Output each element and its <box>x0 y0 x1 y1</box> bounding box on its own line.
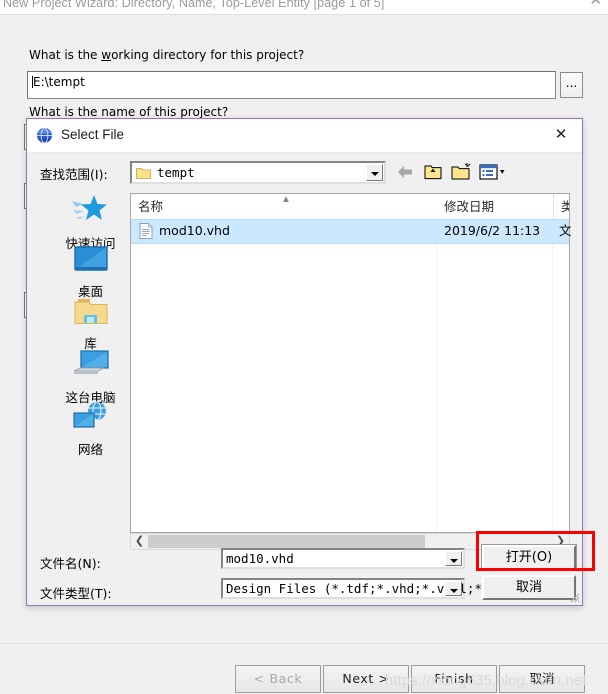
back-button[interactable]: < Back <box>235 665 321 693</box>
place-desktop[interactable]: 桌面 <box>40 245 141 300</box>
select-file-cancel-button[interactable]: 取消 <box>482 575 576 600</box>
column-header-modified[interactable]: 修改日期 <box>437 194 553 219</box>
cell-file-name: mod10.vhd <box>159 223 230 238</box>
look-in-combobox[interactable]: tempt <box>130 161 386 184</box>
wizard-title: New Project Wizard: Directory, Name, Top… <box>3 0 385 10</box>
file-type-label: 文件类型(T): <box>40 586 112 601</box>
this-pc-icon <box>73 350 109 374</box>
scrollbar-thumb[interactable] <box>148 535 425 548</box>
file-name-combobox[interactable]: mod10.vhd <box>221 548 465 569</box>
wizard-titlebar: New Project Wizard: Directory, Name, Top… <box>0 0 608 14</box>
table-row[interactable]: mod10.vhd 2019/6/2 11:13 文 <box>131 219 571 244</box>
file-type-value: Design Files (*.tdf;*.vhd;*.vhdl;*.v; <box>226 581 505 596</box>
cell-modified-date: 2019/6/2 11:13 <box>444 223 541 238</box>
file-name-label: 文件名(N): <box>40 556 101 571</box>
file-list-header: 名称 ▲ 修改日期 类 <box>131 194 569 220</box>
views-icon[interactable] <box>479 162 507 182</box>
question-accel: w <box>101 48 112 62</box>
place-network[interactable]: 网络 <box>40 401 141 458</box>
question-part-1: What is the <box>29 48 102 62</box>
file-type-combobox[interactable]: Design Files (*.tdf;*.vhd;*.vhdl;*.v; <box>221 578 504 599</box>
column-divider <box>436 219 437 532</box>
place-this-pc[interactable]: 这台电脑 <box>40 349 141 406</box>
desktop-monitor-icon <box>73 246 108 271</box>
library-folder-icon <box>74 299 107 324</box>
back-arrow-icon[interactable] <box>395 162 415 182</box>
working-directory-input[interactable]: E:\tempt <box>27 71 556 99</box>
chevron-down-icon[interactable] <box>445 551 462 566</box>
close-icon[interactable]: ✕ <box>589 0 602 8</box>
look-in-value: tempt <box>157 165 195 180</box>
folder-icon <box>136 168 151 179</box>
place-quick-access[interactable]: 快速访问 <box>40 193 141 252</box>
file-name-value: mod10.vhd <box>226 551 294 566</box>
look-in-label: 查找范围(I): <box>40 167 108 182</box>
project-name-question: What is the name of this project? <box>29 105 229 119</box>
column-header-type[interactable]: 类 <box>553 194 569 219</box>
question-part-2: orking directory for this project? <box>111 48 305 62</box>
cell-file-type: 文 <box>559 223 571 238</box>
up-folder-icon[interactable] <box>423 162 443 182</box>
select-file-title: Select File <box>61 127 125 142</box>
next-button[interactable]: Next > <box>323 665 409 693</box>
chevron-down-icon[interactable] <box>366 164 383 181</box>
column-divider <box>552 219 553 532</box>
document-icon <box>139 223 153 239</box>
wizard-cancel-button[interactable]: 取消 <box>499 665 585 693</box>
resize-grip[interactable] <box>567 590 580 603</box>
select-file-titlebar: Select File ✕ <box>27 119 582 153</box>
finish-button[interactable]: Finish <box>411 665 497 693</box>
screen: New Project Wizard: Directory, Name, Top… <box>0 0 608 694</box>
sort-ascending-icon: ▲ <box>281 194 291 205</box>
highlight-box <box>476 531 595 571</box>
network-icon <box>72 401 106 428</box>
new-folder-icon[interactable] <box>451 162 473 182</box>
wizard-button-separator <box>0 643 608 644</box>
browse-working-directory-button[interactable]: ... <box>560 72 583 98</box>
working-directory-question: What is the working directory for this p… <box>29 48 304 62</box>
close-icon[interactable]: ✕ <box>540 119 582 151</box>
globe-icon <box>37 127 52 144</box>
working-directory-value: E:\tempt <box>33 75 85 89</box>
place-library[interactable]: 库 <box>40 297 141 352</box>
place-label: 网络 <box>77 442 103 457</box>
quick-access-star-icon <box>71 195 107 220</box>
chevron-left-icon[interactable]: ❮ <box>131 534 148 549</box>
file-list[interactable]: 名称 ▲ 修改日期 类 mod10.vhd 2019/6/2 <box>130 193 571 533</box>
chevron-down-icon[interactable] <box>445 581 462 596</box>
places-bar: 快速访问 桌面 库 这台电脑 网络 <box>40 193 141 556</box>
